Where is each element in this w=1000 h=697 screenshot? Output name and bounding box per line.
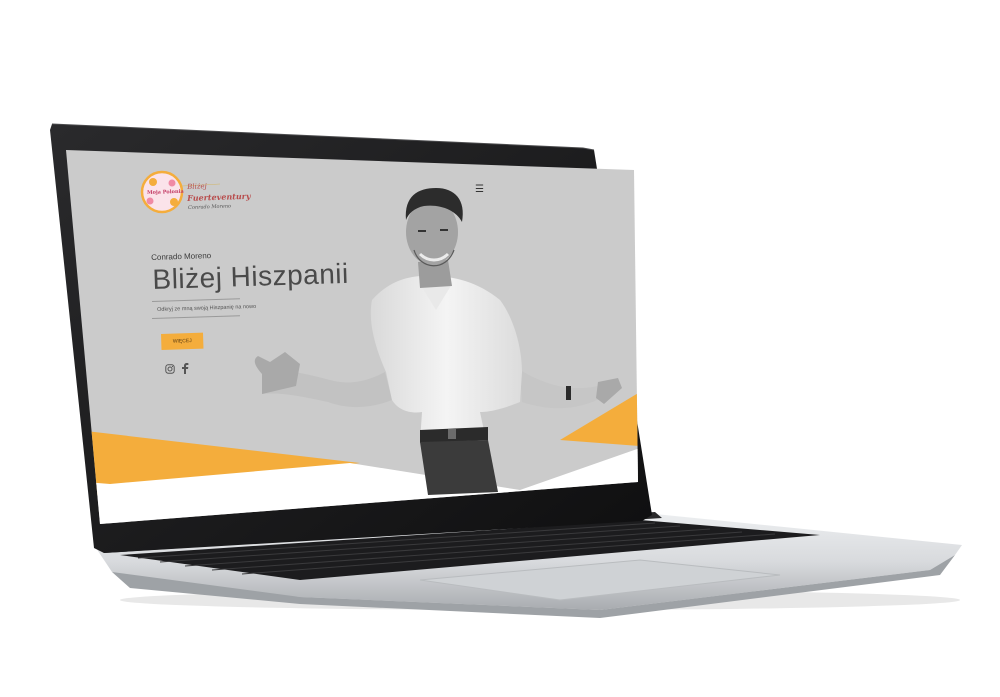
logo-badge-text: Moja Polonia bbox=[147, 188, 184, 196]
website-screen bbox=[66, 150, 638, 524]
instagram-icon[interactable] bbox=[165, 364, 175, 374]
logo-title-line1: Bliżej bbox=[187, 182, 207, 191]
laptop-mockup bbox=[50, 123, 962, 618]
facebook-icon[interactable] bbox=[181, 363, 189, 374]
more-button[interactable]: WIĘCEJ bbox=[161, 332, 204, 350]
hero-title: Bliżej Hiszpanii bbox=[152, 257, 350, 295]
hamburger-icon[interactable]: ☰ bbox=[475, 184, 484, 195]
hero-name: Conrado Moreno bbox=[151, 251, 212, 262]
